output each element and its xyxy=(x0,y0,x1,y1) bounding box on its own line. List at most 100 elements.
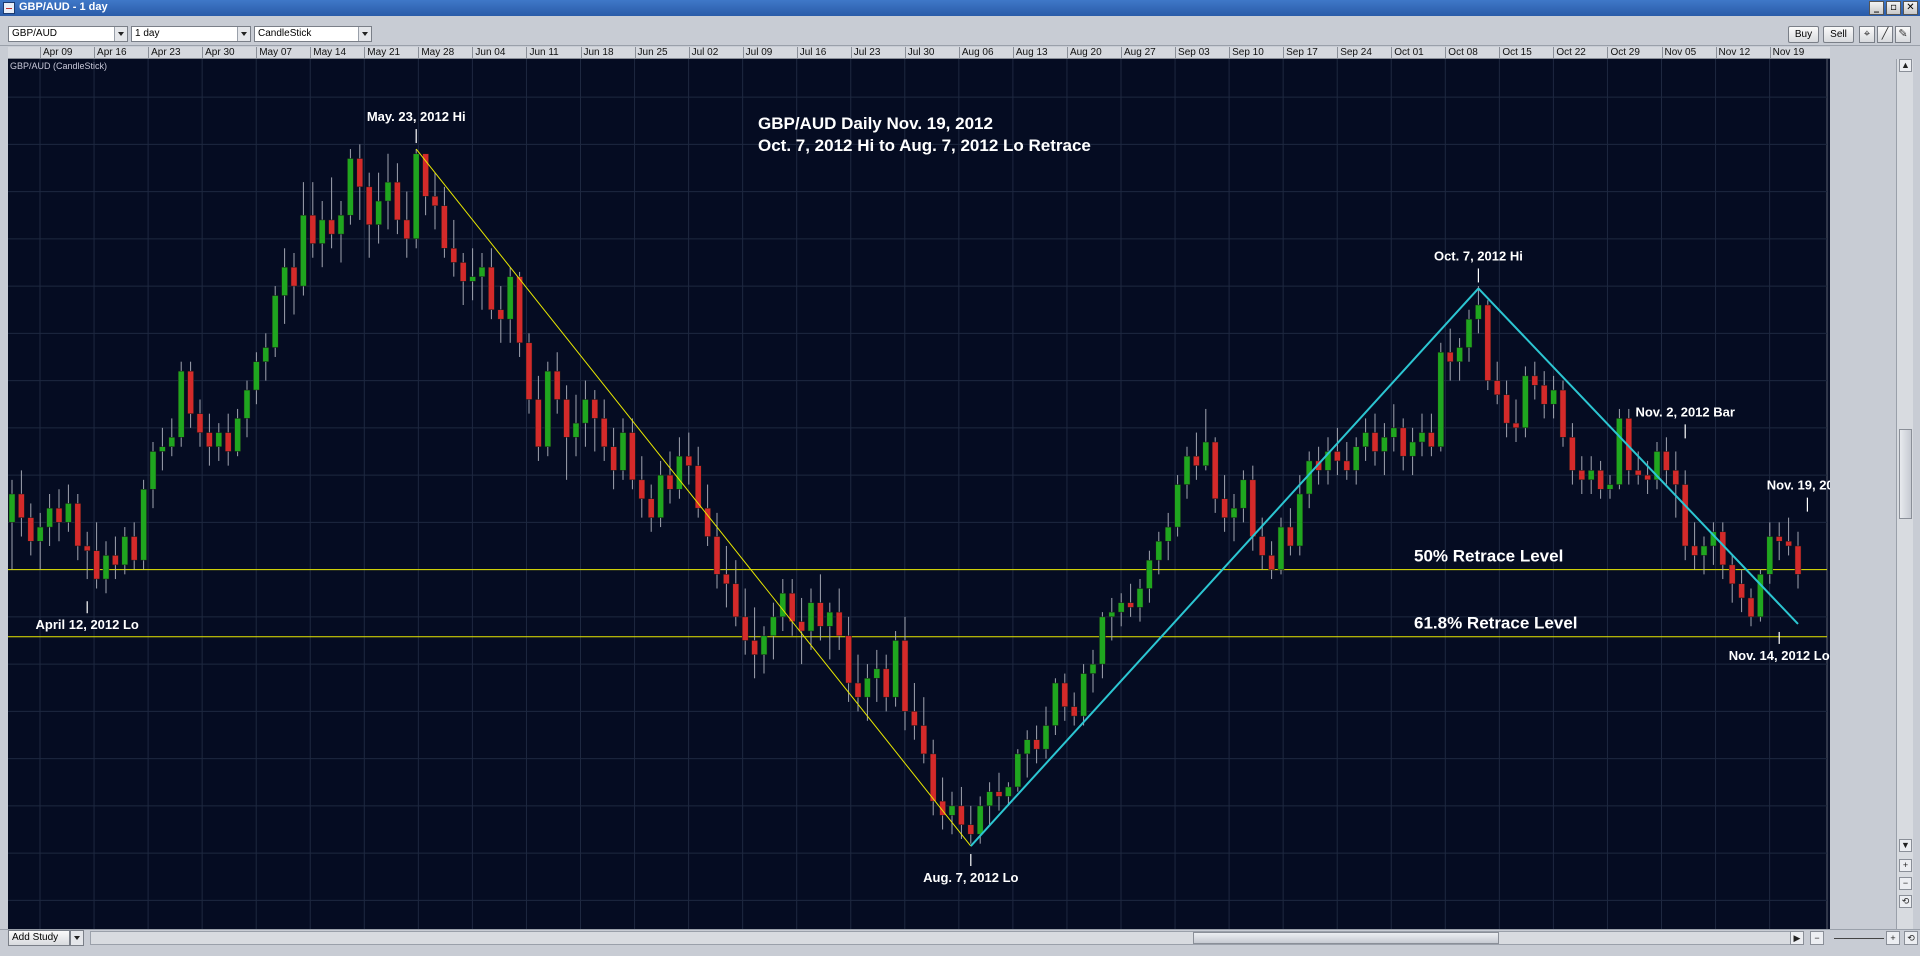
candle-body xyxy=(1334,451,1341,462)
candle-body xyxy=(807,602,815,632)
draw-line-icon[interactable]: ╱ xyxy=(1877,26,1893,43)
candle-body xyxy=(403,219,411,240)
candle-body xyxy=(46,507,53,528)
candle-body xyxy=(384,181,392,202)
candle-body xyxy=(892,640,899,698)
reset-zoom-icon[interactable]: ⟲ xyxy=(1904,931,1918,945)
candle-body xyxy=(760,635,768,655)
interval-select[interactable]: 1 day xyxy=(131,26,251,42)
add-study-button[interactable]: Add Study xyxy=(8,930,70,946)
candle-body xyxy=(93,550,100,580)
price-chart[interactable]: 1.46001.47001.48001.49001.50001.51001.52… xyxy=(8,59,1830,929)
date-tick-label: Jul 30 xyxy=(904,47,934,59)
zoom-out-icon[interactable]: − xyxy=(1810,931,1824,945)
chart-style-value: CandleStick xyxy=(258,28,312,39)
candle-body xyxy=(629,432,636,481)
date-tick-label: Jun 11 xyxy=(526,47,559,59)
candle-body xyxy=(140,489,147,561)
candle-body xyxy=(1362,432,1369,447)
candle-body xyxy=(788,592,796,622)
zoom-slider[interactable] xyxy=(1834,938,1884,939)
zoom-out-icon[interactable]: − xyxy=(1899,877,1912,890)
candle-body xyxy=(206,432,213,447)
chevron-down-icon[interactable] xyxy=(237,27,250,41)
scroll-down-icon[interactable]: ▼ xyxy=(1899,839,1912,852)
candle-body xyxy=(1202,441,1210,466)
candle-body xyxy=(1559,389,1567,438)
candle-body xyxy=(694,465,702,509)
candle-body xyxy=(1099,616,1106,665)
candle-body xyxy=(234,418,241,452)
candle-body xyxy=(1522,375,1529,429)
scroll-up-icon[interactable]: ▲ xyxy=(1899,59,1912,72)
symbol-select[interactable]: GBP/AUD xyxy=(8,26,128,42)
date-tick-label: Nov 05 xyxy=(1661,47,1696,59)
symbol-value: GBP/AUD xyxy=(12,28,58,39)
candle-body xyxy=(159,446,166,452)
candle-body xyxy=(1738,583,1745,599)
candle-body xyxy=(591,399,599,419)
candle-body xyxy=(1747,597,1755,618)
candle-body xyxy=(1616,418,1623,485)
candle-body xyxy=(337,214,345,235)
candle-body xyxy=(262,347,270,362)
candle-body xyxy=(1757,574,1764,618)
candle-body xyxy=(74,503,82,547)
candle-body xyxy=(666,474,674,490)
candle-body xyxy=(130,536,138,561)
candle-body xyxy=(751,640,758,655)
minimize-icon[interactable]: _ xyxy=(1869,1,1884,15)
retrace-level-label: 61.8% Retrace Level xyxy=(1414,614,1578,633)
chevron-down-icon[interactable] xyxy=(114,27,127,41)
candle-body xyxy=(1108,611,1116,618)
candle-body xyxy=(1061,682,1069,707)
date-tick-label: Jul 23 xyxy=(850,47,880,59)
restore-icon[interactable]: ▫ xyxy=(1886,1,1901,15)
candle-body xyxy=(864,678,871,698)
date-tick-label: Oct 01 xyxy=(1391,47,1424,59)
date-tick-label: Jul 02 xyxy=(688,47,718,59)
date-tick-label: Jun 18 xyxy=(580,47,614,59)
horizontal-scrollbar[interactable] xyxy=(90,931,1802,945)
candle-body xyxy=(1033,739,1040,750)
candle-body xyxy=(1663,451,1670,471)
vertical-scroll-thumb[interactable] xyxy=(1899,429,1912,519)
chevron-down-icon[interactable] xyxy=(358,27,371,41)
retrace-level-label: 50% Retrace Level xyxy=(1414,547,1563,566)
date-tick-label: May 21 xyxy=(364,47,400,59)
candle-body xyxy=(309,214,317,244)
candle-body xyxy=(600,418,608,447)
horizontal-scroll-thumb[interactable] xyxy=(1193,932,1499,944)
vertical-scrollbar[interactable]: ▲ ▼ + − ⟲ xyxy=(1896,59,1913,929)
candle-body xyxy=(713,536,721,575)
candle-body xyxy=(1005,786,1012,797)
chevron-down-icon[interactable] xyxy=(70,930,84,946)
reset-zoom-icon[interactable]: ⟲ xyxy=(1899,895,1912,908)
candle-body xyxy=(882,668,890,698)
chart-style-select[interactable]: CandleStick xyxy=(254,26,372,42)
candle-body xyxy=(1644,474,1651,481)
chart-window: GBP/AUD - 1 day _ ▫ ✕ GBP/AUD 1 day Cand… xyxy=(0,0,1920,956)
pencil-icon[interactable]: ✎ xyxy=(1895,26,1911,43)
candle-body xyxy=(1117,602,1125,613)
close-icon[interactable]: ✕ xyxy=(1903,1,1918,15)
annotation-label: Aug. 7, 2012 Lo xyxy=(923,870,1018,885)
sell-button[interactable]: Sell xyxy=(1823,26,1854,43)
buy-button[interactable]: Buy xyxy=(1788,26,1819,43)
scroll-right-icon[interactable]: ▶ xyxy=(1790,931,1804,945)
candle-body xyxy=(901,640,909,712)
candle-body xyxy=(55,507,63,523)
candle-body xyxy=(1277,526,1285,570)
candle-body xyxy=(1785,541,1792,547)
date-tick-label: Nov 19 xyxy=(1769,47,1804,59)
crosshair-icon[interactable]: ⌖ xyxy=(1859,26,1875,43)
candle-body xyxy=(1249,479,1257,537)
zoom-in-icon[interactable]: + xyxy=(1899,859,1912,872)
candle-body xyxy=(328,219,335,235)
candle-body xyxy=(1127,602,1134,608)
candle-body xyxy=(1390,427,1398,438)
date-tick-label: Sep 17 xyxy=(1283,47,1318,59)
candle-body xyxy=(544,370,552,447)
zoom-in-icon[interactable]: + xyxy=(1886,931,1900,945)
date-tick-label: Oct 08 xyxy=(1445,47,1478,59)
